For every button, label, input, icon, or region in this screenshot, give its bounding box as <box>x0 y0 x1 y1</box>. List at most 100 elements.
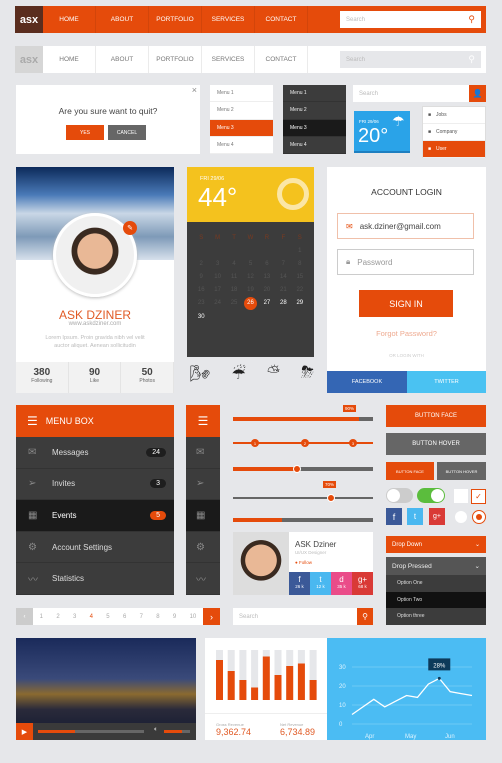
social-count[interactable]: f 26 k <box>289 572 310 595</box>
yes-button[interactable]: YES <box>66 125 104 140</box>
nav-item-home[interactable]: HOME <box>43 46 96 73</box>
slider-knob[interactable] <box>293 465 302 473</box>
page-link[interactable]: 7 <box>140 614 143 620</box>
nav-item-contact[interactable]: CONTACT <box>255 46 308 73</box>
menu-item[interactable]: Menu 3 <box>283 119 346 137</box>
button-hover[interactable]: BUTTON HOVER <box>386 433 486 455</box>
calendar-day[interactable]: 10 <box>209 274 225 280</box>
calendar-day[interactable]: 4 <box>226 261 242 267</box>
calendar-day[interactable]: 1 <box>292 248 308 254</box>
nav-item-about[interactable]: ABOUT <box>96 6 149 33</box>
range-slider[interactable] <box>233 465 373 473</box>
step-marker[interactable]: 3 <box>349 439 357 447</box>
calendar-day[interactable]: 8 <box>292 261 308 267</box>
range-slider[interactable] <box>233 494 373 502</box>
calendar-day[interactable]: 5 <box>242 261 258 267</box>
page-link[interactable]: 4 <box>90 614 93 620</box>
calendar-day[interactable]: 22 <box>292 287 308 293</box>
video-progress[interactable] <box>38 730 144 733</box>
menu-item[interactable]: Menu 1 <box>283 85 346 103</box>
nav-item-services[interactable]: SERVICES <box>202 46 255 73</box>
password-field[interactable]: 🔒︎ Password <box>337 249 474 275</box>
prev-page-button[interactable]: ‹ <box>16 608 33 625</box>
page-link[interactable]: 3 <box>73 614 76 620</box>
google-plus-icon[interactable]: g+ <box>429 508 445 525</box>
button-face[interactable]: BUTTON FACE <box>386 405 486 427</box>
menu-item[interactable]: Menu 3 <box>210 119 273 137</box>
logo[interactable]: asx <box>15 46 43 73</box>
search-icon[interactable]: ⚲ <box>357 608 373 625</box>
social-count[interactable]: g+ 68 k <box>352 572 373 595</box>
calendar-day[interactable]: 13 <box>259 274 275 280</box>
toggle-off[interactable] <box>386 488 413 503</box>
data-point[interactable] <box>437 676 441 680</box>
dropdown-item-user[interactable]: ■ User <box>423 141 485 158</box>
calendar-day[interactable]: 26 <box>243 297 257 310</box>
search-input[interactable]: Search <box>233 608 357 625</box>
calendar-day[interactable]: 6 <box>259 261 275 267</box>
menu-slim-item[interactable]: 〰 <box>186 563 220 595</box>
menu-item[interactable]: Menu 2 <box>283 102 346 120</box>
nav-item-contact[interactable]: CONTACT <box>255 6 308 33</box>
email-field[interactable]: ✉ ask.dziner@gmail.com <box>337 213 474 239</box>
menu-item[interactable]: Menu 2 <box>210 102 273 120</box>
menu-slim-item[interactable]: ▦ <box>186 500 220 532</box>
menu-box-item-messages[interactable]: ✉ Messages 24 <box>16 437 174 469</box>
search-icon[interactable]: ⚲ <box>468 14 475 25</box>
calendar-day[interactable]: 15 <box>292 274 308 280</box>
radio-unchecked[interactable] <box>455 511 467 523</box>
calendar-day[interactable]: 25 <box>226 300 242 307</box>
button-hover-small[interactable]: BUTTON HOVER <box>437 462 486 480</box>
calendar-day[interactable]: 20 <box>259 287 275 293</box>
dropdown-option[interactable]: Option One <box>386 575 486 592</box>
calendar-day[interactable]: 7 <box>275 261 291 267</box>
dropdown-pressed-header[interactable]: Drop Pressed ⌄ <box>386 557 486 575</box>
profile-url[interactable]: www.askdziner.com <box>16 321 174 327</box>
calendar-day[interactable]: 19 <box>242 287 258 293</box>
step-marker[interactable]: 2 <box>301 439 309 447</box>
menu-item[interactable]: Menu 1 <box>210 85 273 103</box>
search-input[interactable]: Search ⚲ <box>340 51 481 68</box>
calendar-day[interactable]: 27 <box>259 300 275 307</box>
search-input[interactable]: Search ⚲ <box>340 11 481 28</box>
follow-link[interactable]: ● Follow <box>295 560 312 565</box>
page-link[interactable]: 6 <box>123 614 126 620</box>
calendar-day[interactable]: 3 <box>209 261 225 267</box>
twitter-icon[interactable]: t <box>407 508 423 525</box>
page-link[interactable]: 9 <box>173 614 176 620</box>
menu-item[interactable]: Menu 4 <box>210 137 273 154</box>
facebook-login-button[interactable]: FACEBOOK <box>327 371 407 393</box>
calendar-day[interactable]: 12 <box>242 274 258 280</box>
page-link[interactable]: 8 <box>156 614 159 620</box>
cancel-button[interactable]: CANCEL <box>108 125 146 140</box>
menu-slim-item[interactable]: ✉ <box>186 437 220 469</box>
calendar-day[interactable]: 17 <box>209 287 225 293</box>
calendar-day[interactable]: 21 <box>275 287 291 293</box>
checkbox-checked[interactable]: ✓ <box>471 489 486 504</box>
menu-box-item-statistics[interactable]: 〰 Statistics <box>16 563 174 595</box>
calendar-day[interactable]: 30 <box>193 314 209 320</box>
dropdown[interactable]: Drop Down ⌄ <box>386 536 486 553</box>
menu-item[interactable]: Menu 4 <box>283 137 346 154</box>
nav-item-about[interactable]: ABOUT <box>96 46 149 73</box>
page-link[interactable]: 2 <box>56 614 59 620</box>
next-page-button[interactable]: › <box>203 608 220 625</box>
close-icon[interactable]: × <box>192 85 197 95</box>
sign-in-button[interactable]: SIGN IN <box>359 290 453 317</box>
facebook-icon[interactable]: f <box>386 508 402 525</box>
logo[interactable]: asx <box>15 6 43 33</box>
menu-box-item-invites[interactable]: ➢ Invites 3 <box>16 469 174 501</box>
toggle-on[interactable] <box>417 488 445 503</box>
nav-item-portfolio[interactable]: PORTFOLIO <box>149 6 202 33</box>
button-face-small[interactable]: BUTTON FACE <box>386 462 434 480</box>
menu-slim-item[interactable]: ⚙ <box>186 532 220 564</box>
calendar-day[interactable]: 16 <box>193 287 209 293</box>
menu-slim-item[interactable]: ➢ <box>186 469 220 501</box>
hamburger-icon[interactable]: ☰ <box>186 405 220 437</box>
calendar-day[interactable]: 23 <box>193 300 209 307</box>
stat-like[interactable]: 90 Like <box>69 362 122 393</box>
play-icon[interactable]: ▶ <box>16 723 33 740</box>
step-marker[interactable]: 1 <box>251 439 259 447</box>
calendar-day[interactable]: 14 <box>275 274 291 280</box>
dropdown-item-jobs[interactable]: ■ Jobs <box>423 107 485 124</box>
